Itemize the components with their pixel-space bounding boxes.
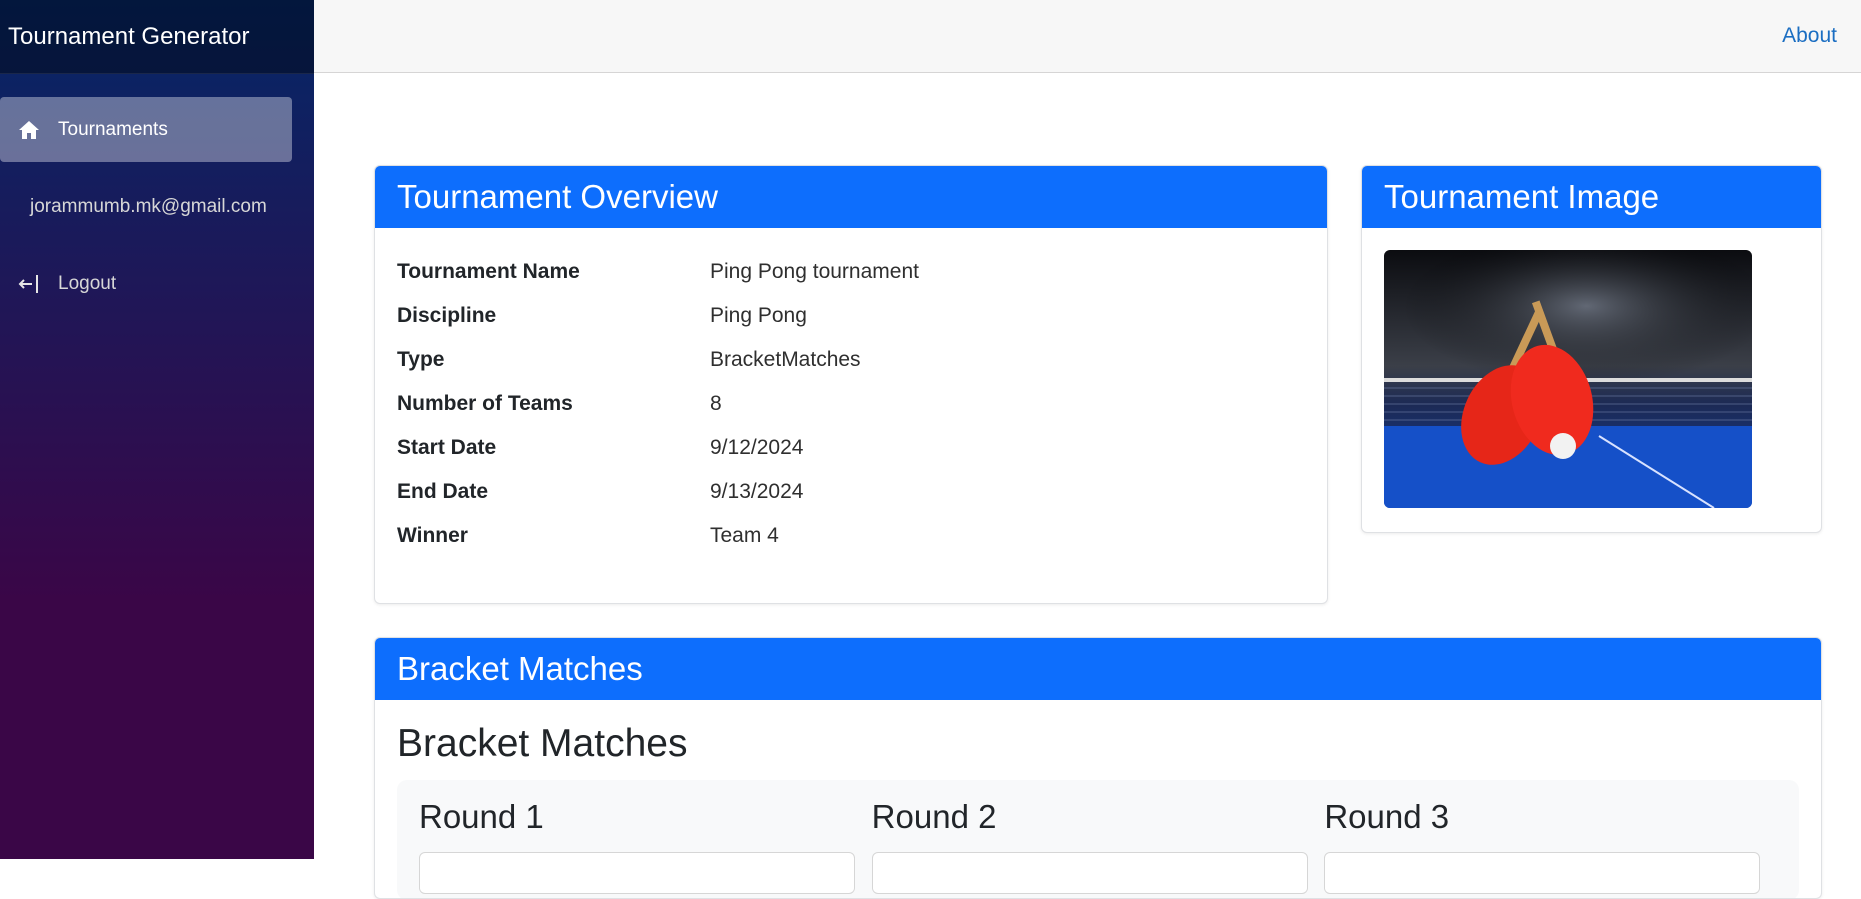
tournament-image-card: Tournament Image — [1361, 165, 1822, 533]
user-email: jorammumb.mk@gmail.com — [30, 195, 267, 217]
info-row: Number of Teams 8 — [397, 382, 1305, 426]
info-row: Winner Team 4 — [397, 514, 1305, 558]
info-value: Ping Pong — [710, 304, 807, 327]
info-label: Tournament Name — [397, 260, 580, 283]
app-title[interactable]: Tournament Generator — [0, 0, 314, 74]
bracket-rounds: Round 1 Round 2 Round 3 — [397, 780, 1799, 898]
info-label: Winner — [397, 524, 468, 547]
info-label: Type — [397, 348, 445, 371]
match-card[interactable] — [419, 852, 855, 894]
about-link[interactable]: About — [1782, 24, 1837, 48]
round-column: Round 2 — [871, 780, 1325, 898]
info-row: Discipline Ping Pong — [397, 294, 1305, 338]
section-heading: Bracket Matches — [397, 722, 688, 765]
sidebar-nav: Tournaments jorammumb.mk@gmail.com Logou… — [0, 74, 314, 316]
info-row: Tournament Name Ping Pong tournament — [397, 250, 1305, 294]
info-value: 9/13/2024 — [710, 480, 804, 503]
logout-icon — [16, 271, 42, 297]
match-card[interactable] — [1324, 852, 1761, 894]
sidebar-item-label: Logout — [58, 272, 117, 294]
info-row: End Date 9/13/2024 — [397, 470, 1305, 514]
bracket-matches-card: Bracket Matches Bracket Matches Round 1 … — [374, 637, 1822, 899]
match-card[interactable] — [871, 852, 1308, 894]
info-label: End Date — [397, 480, 489, 503]
info-label: Discipline — [397, 304, 497, 327]
round-column: Round 3 — [1324, 780, 1777, 898]
sidebar-item-user-email[interactable]: jorammumb.mk@gmail.com — [0, 174, 292, 239]
home-icon — [16, 117, 42, 143]
round-title: Round 3 — [1324, 798, 1450, 835]
info-label: Number of Teams — [397, 392, 573, 415]
info-row: Type BracketMatches — [397, 338, 1305, 382]
sidebar-item-logout[interactable]: Logout — [0, 251, 292, 316]
info-value: Ping Pong tournament — [710, 260, 919, 283]
round-title: Round 1 — [419, 798, 544, 835]
top-bar: About — [314, 0, 1861, 73]
sidebar-item-tournaments[interactable]: Tournaments — [0, 97, 292, 162]
info-value: BracketMatches — [710, 348, 861, 371]
card-title: Bracket Matches — [375, 638, 1821, 700]
info-value: 9/12/2024 — [710, 436, 804, 459]
info-row: Start Date 9/12/2024 — [397, 426, 1305, 470]
info-label: Start Date — [397, 436, 497, 459]
tournament-image — [1384, 250, 1752, 508]
round-title: Round 2 — [871, 798, 997, 835]
overview-table: Tournament Name Ping Pong tournament Dis… — [375, 228, 1327, 558]
sidebar: Tournament Generator Tournaments jorammu… — [0, 0, 314, 859]
info-value: Team 4 — [710, 524, 779, 547]
card-title: Tournament Image — [1362, 166, 1821, 228]
info-value: 8 — [710, 392, 722, 415]
round-column: Round 1 — [419, 780, 872, 898]
sidebar-item-label: Tournaments — [58, 118, 168, 140]
tournament-overview-card: Tournament Overview Tournament Name Ping… — [374, 165, 1328, 604]
card-title: Tournament Overview — [375, 166, 1327, 228]
